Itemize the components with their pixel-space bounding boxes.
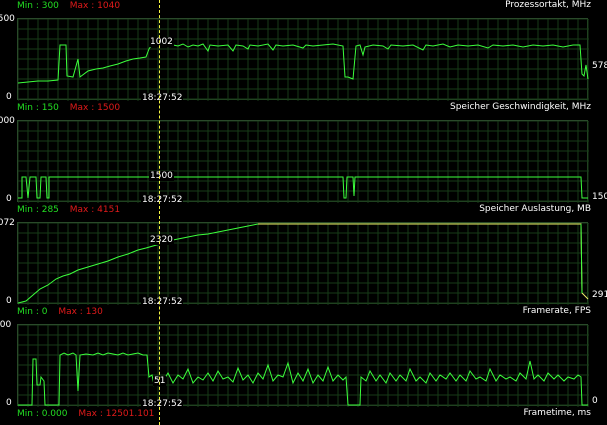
current-value: 150 [592,192,607,202]
max-label: Max : 1040 [69,1,121,11]
y-axis-top: 200 [0,320,12,330]
panel-title: Speicher Auslastung, MB [479,204,591,214]
y-axis-bottom: 0 [6,194,12,204]
panel-header: Min : 300 Max : 1040 Prozessortakt, MHz [0,0,607,14]
graph-canvas [18,223,589,305]
panel-title: Framerate, FPS [522,306,591,316]
y-axis-top: 3000 [0,116,15,126]
panel-title: Speicher Geschwindigkeit, MHz [450,102,591,112]
panel-memory-clock: Min : 150 Max : 1500 Speicher Geschwindi… [0,102,607,205]
framerate-trace [18,352,588,406]
cursor-value: 2320 [149,235,174,245]
plot-area[interactable] [17,222,589,305]
panel-framerate: Min : 0 Max : 130 Framerate, FPS 200 0 5… [0,306,607,409]
plot-area[interactable] [17,18,589,101]
graph-canvas [18,121,589,203]
cpu-clock-trace [18,43,589,84]
plot-area[interactable] [17,324,589,407]
y-axis-bottom: 0 [6,398,12,408]
grid-lines [18,223,589,305]
min-label: Min : 150 [17,103,59,113]
y-axis-top: 4072 [0,218,15,228]
panel-title: Prozessortakt, MHz [505,0,591,10]
panel-title: Frametime, ms [523,408,591,418]
grid-lines [18,325,589,407]
current-value: 291 [592,290,607,300]
graph-canvas [18,19,589,101]
y-axis-bottom: 0 [6,296,12,306]
max-label: Max : 130 [58,307,103,317]
cursor-value: 1500 [149,171,174,181]
max-label: Max : 12501.101 [78,409,155,419]
min-label: Min : 0.000 [17,409,68,419]
panel-memory-usage: Min : 285 Max : 4151 Speicher Auslastung… [0,204,607,307]
grid-lines [18,121,589,203]
graph-canvas [18,325,589,407]
max-label: Max : 4151 [69,205,121,215]
memory-clock-trace [18,176,588,199]
grid-lines [18,19,589,101]
min-label: Min : 0 [17,307,48,317]
panel-header: Min : 285 Max : 4151 Speicher Auslastung… [0,204,607,218]
panel-header: Min : 0.000 Max : 12501.101 Frametime, m… [0,408,607,422]
panel-header: Min : 0 Max : 130 Framerate, FPS [0,306,607,320]
plot-area[interactable] [17,120,589,203]
panel-header: Min : 150 Max : 1500 Speicher Geschwindi… [0,102,607,116]
max-label: Max : 1500 [69,103,121,113]
y-axis-bottom: 0 [6,92,12,102]
min-label: Min : 285 [17,205,59,215]
cursor-value: 1002 [149,37,174,47]
panel-cpu-clock: Min : 300 Max : 1040 Prozessortakt, MHz … [0,0,607,103]
y-axis-top: 1500 [0,14,15,24]
current-value: 0 [592,396,598,406]
time-cursor-line[interactable] [159,0,160,425]
min-label: Min : 300 [17,1,59,11]
panel-frametime: Min : 0.000 Max : 12501.101 Frametime, m… [0,408,607,425]
current-value: 578 [592,61,607,71]
